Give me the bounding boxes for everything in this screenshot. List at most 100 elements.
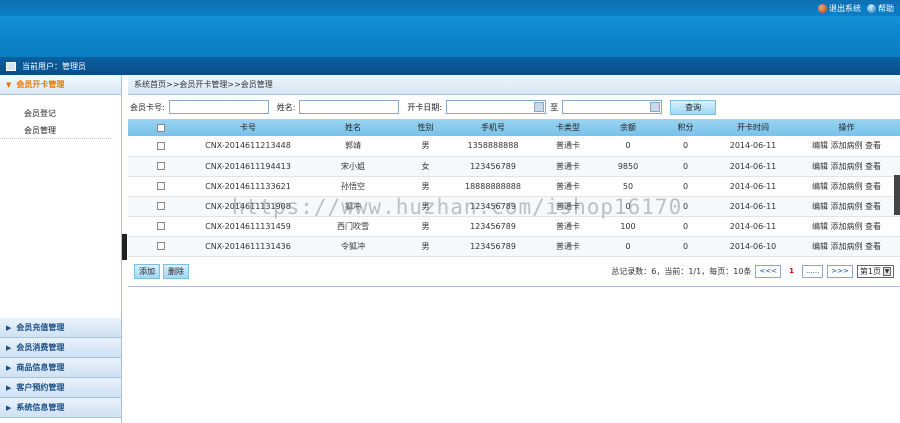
cell-points: 0	[658, 156, 713, 177]
view-link[interactable]: 查看	[865, 202, 881, 211]
add-case-link[interactable]: 添加病例	[831, 202, 863, 211]
add-case-link[interactable]: 添加病例	[831, 222, 863, 231]
cell-ops: 编辑 添加病例 查看	[793, 136, 900, 157]
col-date: 开卡时间	[713, 119, 793, 136]
add-case-link[interactable]: 添加病例	[831, 182, 863, 191]
edit-link[interactable]: 编辑	[812, 202, 828, 211]
sidebar-item-register[interactable]: 会员登记	[0, 105, 121, 122]
cell-phone: 123456789	[448, 216, 538, 237]
sidebar-section-card[interactable]: ▼ 会员开卡管理	[0, 75, 121, 95]
page-1-button[interactable]: 1	[785, 264, 798, 278]
add-button[interactable]: 添加	[134, 263, 160, 279]
sidebar-section-label: 系统信息管理	[16, 403, 65, 412]
sidebar-section-label: 客户预约管理	[16, 383, 65, 392]
row-checkbox[interactable]	[156, 222, 165, 230]
cell-date: 2014-06-11	[713, 196, 793, 217]
view-link[interactable]: 查看	[865, 182, 881, 191]
add-case-link[interactable]: 添加病例	[831, 242, 863, 251]
edit-link[interactable]: 编辑	[812, 222, 828, 231]
first-page-button[interactable]: <<<	[755, 264, 782, 278]
ellipsis-button[interactable]: ......	[801, 264, 824, 278]
row-checkbox[interactable]	[156, 141, 165, 150]
view-link[interactable]: 查看	[865, 242, 881, 251]
cell-gender: 男	[403, 216, 448, 237]
col-phone: 手机号	[448, 119, 538, 136]
cell-ops: 编辑 添加病例 查看	[793, 176, 900, 197]
table-row: CNX-2014611131459 西门吹雪男 123456789 普通卡 100 0 20…	[128, 216, 900, 237]
to-label: 至	[550, 102, 559, 112]
cell-type: 普通卡	[538, 156, 598, 177]
view-link[interactable]: 查看	[865, 162, 881, 171]
search-bar: 会员卡号: 姓名: 开卡日期: 至 查询	[128, 95, 900, 119]
cell-gender: 男	[403, 196, 448, 217]
sidebar-item-manage[interactable]: 会员管理	[0, 122, 111, 139]
card-number-input[interactable]	[168, 100, 269, 114]
select-all-checkbox[interactable]	[156, 123, 165, 132]
row-checkbox-cell	[128, 136, 193, 157]
view-link[interactable]: 查看	[865, 141, 881, 150]
cell-phone: 123456789	[448, 196, 538, 217]
cell-points: 0	[658, 236, 713, 257]
cell-name: 西门吹雪	[303, 216, 403, 237]
chevron-down-icon: ▼	[883, 266, 891, 276]
edit-link[interactable]: 编辑	[812, 242, 828, 251]
sidebar-section-consume[interactable]: ▶ 会员消费管理	[0, 338, 121, 358]
power-icon	[818, 4, 827, 13]
cell-gender: 女	[403, 156, 448, 177]
chevron-right-icon: ▶	[6, 403, 12, 412]
exit-link[interactable]: 退出系统	[818, 3, 861, 14]
cell-date: 2014-06-11	[713, 156, 793, 177]
add-case-link[interactable]: 添加病例	[831, 162, 863, 171]
row-checkbox[interactable]	[156, 162, 165, 170]
add-case-link[interactable]: 添加病例	[831, 141, 863, 150]
col-ops: 操作	[793, 119, 900, 136]
edit-link[interactable]: 编辑	[812, 141, 828, 150]
sidebar-section-label: 会员开卡管理	[16, 80, 65, 89]
row-checkbox-cell	[128, 236, 193, 257]
sidebar: ▼ 会员开卡管理 会员登记 会员管理 ▶ 会员充值管理 ▶ 会员消费管理 ▶ 商…	[0, 75, 122, 423]
cell-gender: 男	[403, 236, 448, 257]
select-all-header	[128, 119, 193, 136]
table-row: CNX-2014611133621 孙悟空男 18888888888 普通卡 50 0 20…	[128, 176, 900, 197]
sidebar-section-goods[interactable]: ▶ 商品信息管理	[0, 358, 121, 378]
sidebar-section-system[interactable]: ▶ 系统信息管理	[0, 398, 121, 418]
cell-phone: 123456789	[448, 236, 538, 257]
sidebar-section-recharge[interactable]: ▶ 会员充值管理	[0, 318, 121, 338]
last-page-button[interactable]: >>>	[827, 264, 853, 278]
row-checkbox-cell	[128, 176, 193, 197]
end-date-input[interactable]	[562, 100, 663, 114]
sidebar-collapse-handle[interactable]	[122, 234, 127, 260]
help-icon: ?	[867, 4, 876, 13]
cell-card: CNX-2014611133621	[193, 176, 303, 197]
cell-name: 令狐冲	[303, 236, 403, 257]
page-select[interactable]: 第1页 ▼	[856, 264, 894, 278]
col-balance: 余额	[598, 119, 658, 136]
row-checkbox[interactable]	[156, 182, 165, 190]
row-checkbox[interactable]	[156, 242, 165, 250]
row-checkbox[interactable]	[156, 202, 165, 210]
delete-button[interactable]: 删除	[163, 263, 189, 279]
card-number-label: 会员卡号:	[130, 102, 165, 112]
cell-balance: 0	[598, 236, 658, 257]
name-input[interactable]	[299, 100, 400, 114]
cell-phone: 1358888888	[448, 136, 538, 157]
view-link[interactable]: 查看	[865, 222, 881, 231]
calendar-icon[interactable]	[534, 102, 545, 112]
cell-date: 2014-06-11	[713, 216, 793, 237]
table-header-row: 卡号 姓名 性别 手机号 卡类型 余额 积分 开卡时间 操作	[128, 119, 900, 136]
cell-name: 郭靖	[303, 136, 403, 157]
cell-card: CNX-2014611131459	[193, 216, 303, 237]
right-side-tab[interactable]	[894, 175, 900, 215]
edit-link[interactable]: 编辑	[812, 182, 828, 191]
user-bar: 当前用户：管理员	[0, 57, 900, 75]
cell-type: 普通卡	[538, 136, 598, 157]
query-button[interactable]: 查询	[670, 99, 717, 115]
sidebar-section-booking[interactable]: ▶ 客户预约管理	[0, 378, 121, 398]
cell-ops: 编辑 添加病例 查看	[793, 196, 900, 217]
edit-link[interactable]: 编辑	[812, 162, 828, 171]
calendar-icon[interactable]	[650, 102, 661, 112]
chevron-right-icon: ▶	[6, 363, 12, 372]
start-date-input[interactable]	[446, 100, 547, 114]
chevron-right-icon: ▶	[6, 323, 12, 332]
help-link[interactable]: ? 帮助	[867, 3, 894, 14]
